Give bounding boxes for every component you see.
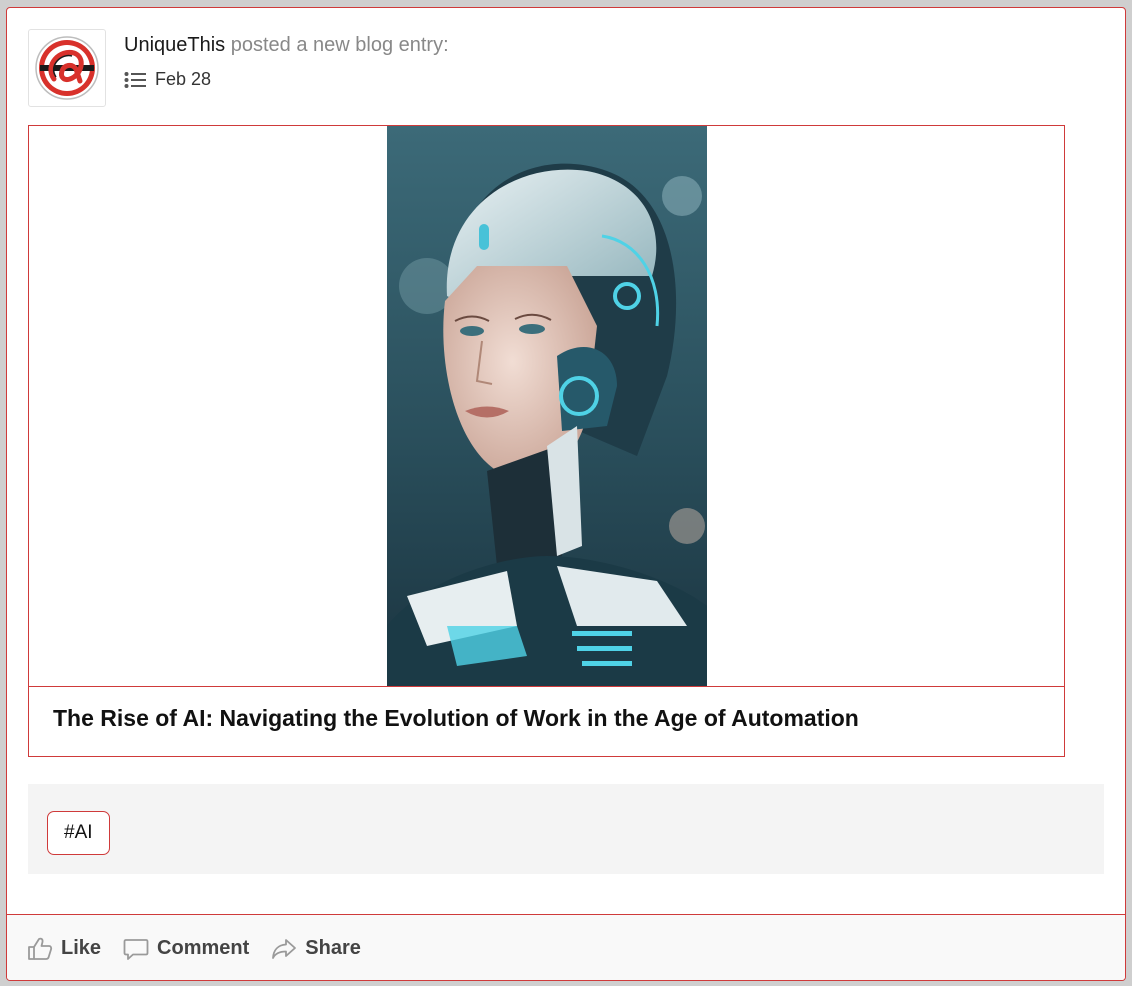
like-label: Like <box>61 937 102 959</box>
activity-card: UniqueThis posted a new blog entry: Feb … <box>6 7 1126 981</box>
tags-area: #AI <box>28 784 1104 874</box>
share-arrow-icon <box>272 938 297 959</box>
entry-divider <box>29 686 1064 687</box>
comment-label: Comment <box>157 937 250 959</box>
share-label: Share <box>305 937 361 959</box>
author-name[interactable]: UniqueThis <box>124 34 225 56</box>
comment-button[interactable]: Comment <box>123 937 249 961</box>
unique-this-logo-icon <box>35 36 99 100</box>
list-icon <box>124 71 146 88</box>
post-header: UniqueThis posted a new blog entry: <box>124 34 449 57</box>
action-bar: Like Comment Share <box>7 914 1125 980</box>
blog-entry-image-wrap <box>29 126 1064 686</box>
like-button[interactable]: Like <box>27 937 101 961</box>
thumbs-up-icon <box>28 937 53 960</box>
avatar[interactable] <box>28 29 106 107</box>
tag-ai[interactable]: #AI <box>47 811 110 855</box>
share-button[interactable]: Share <box>271 937 361 961</box>
blog-entry-title[interactable]: The Rise of AI: Navigating the Evolution… <box>53 705 859 732</box>
post-action-text: posted a new blog entry: <box>225 34 449 56</box>
blog-entry-card[interactable]: The Rise of AI: Navigating the Evolution… <box>28 125 1065 757</box>
comment-bubble-icon <box>123 938 149 960</box>
post-date[interactable]: Feb 28 <box>155 69 211 90</box>
post-meta: Feb 28 <box>124 69 211 90</box>
ai-robot-woman-image[interactable] <box>386 126 707 686</box>
